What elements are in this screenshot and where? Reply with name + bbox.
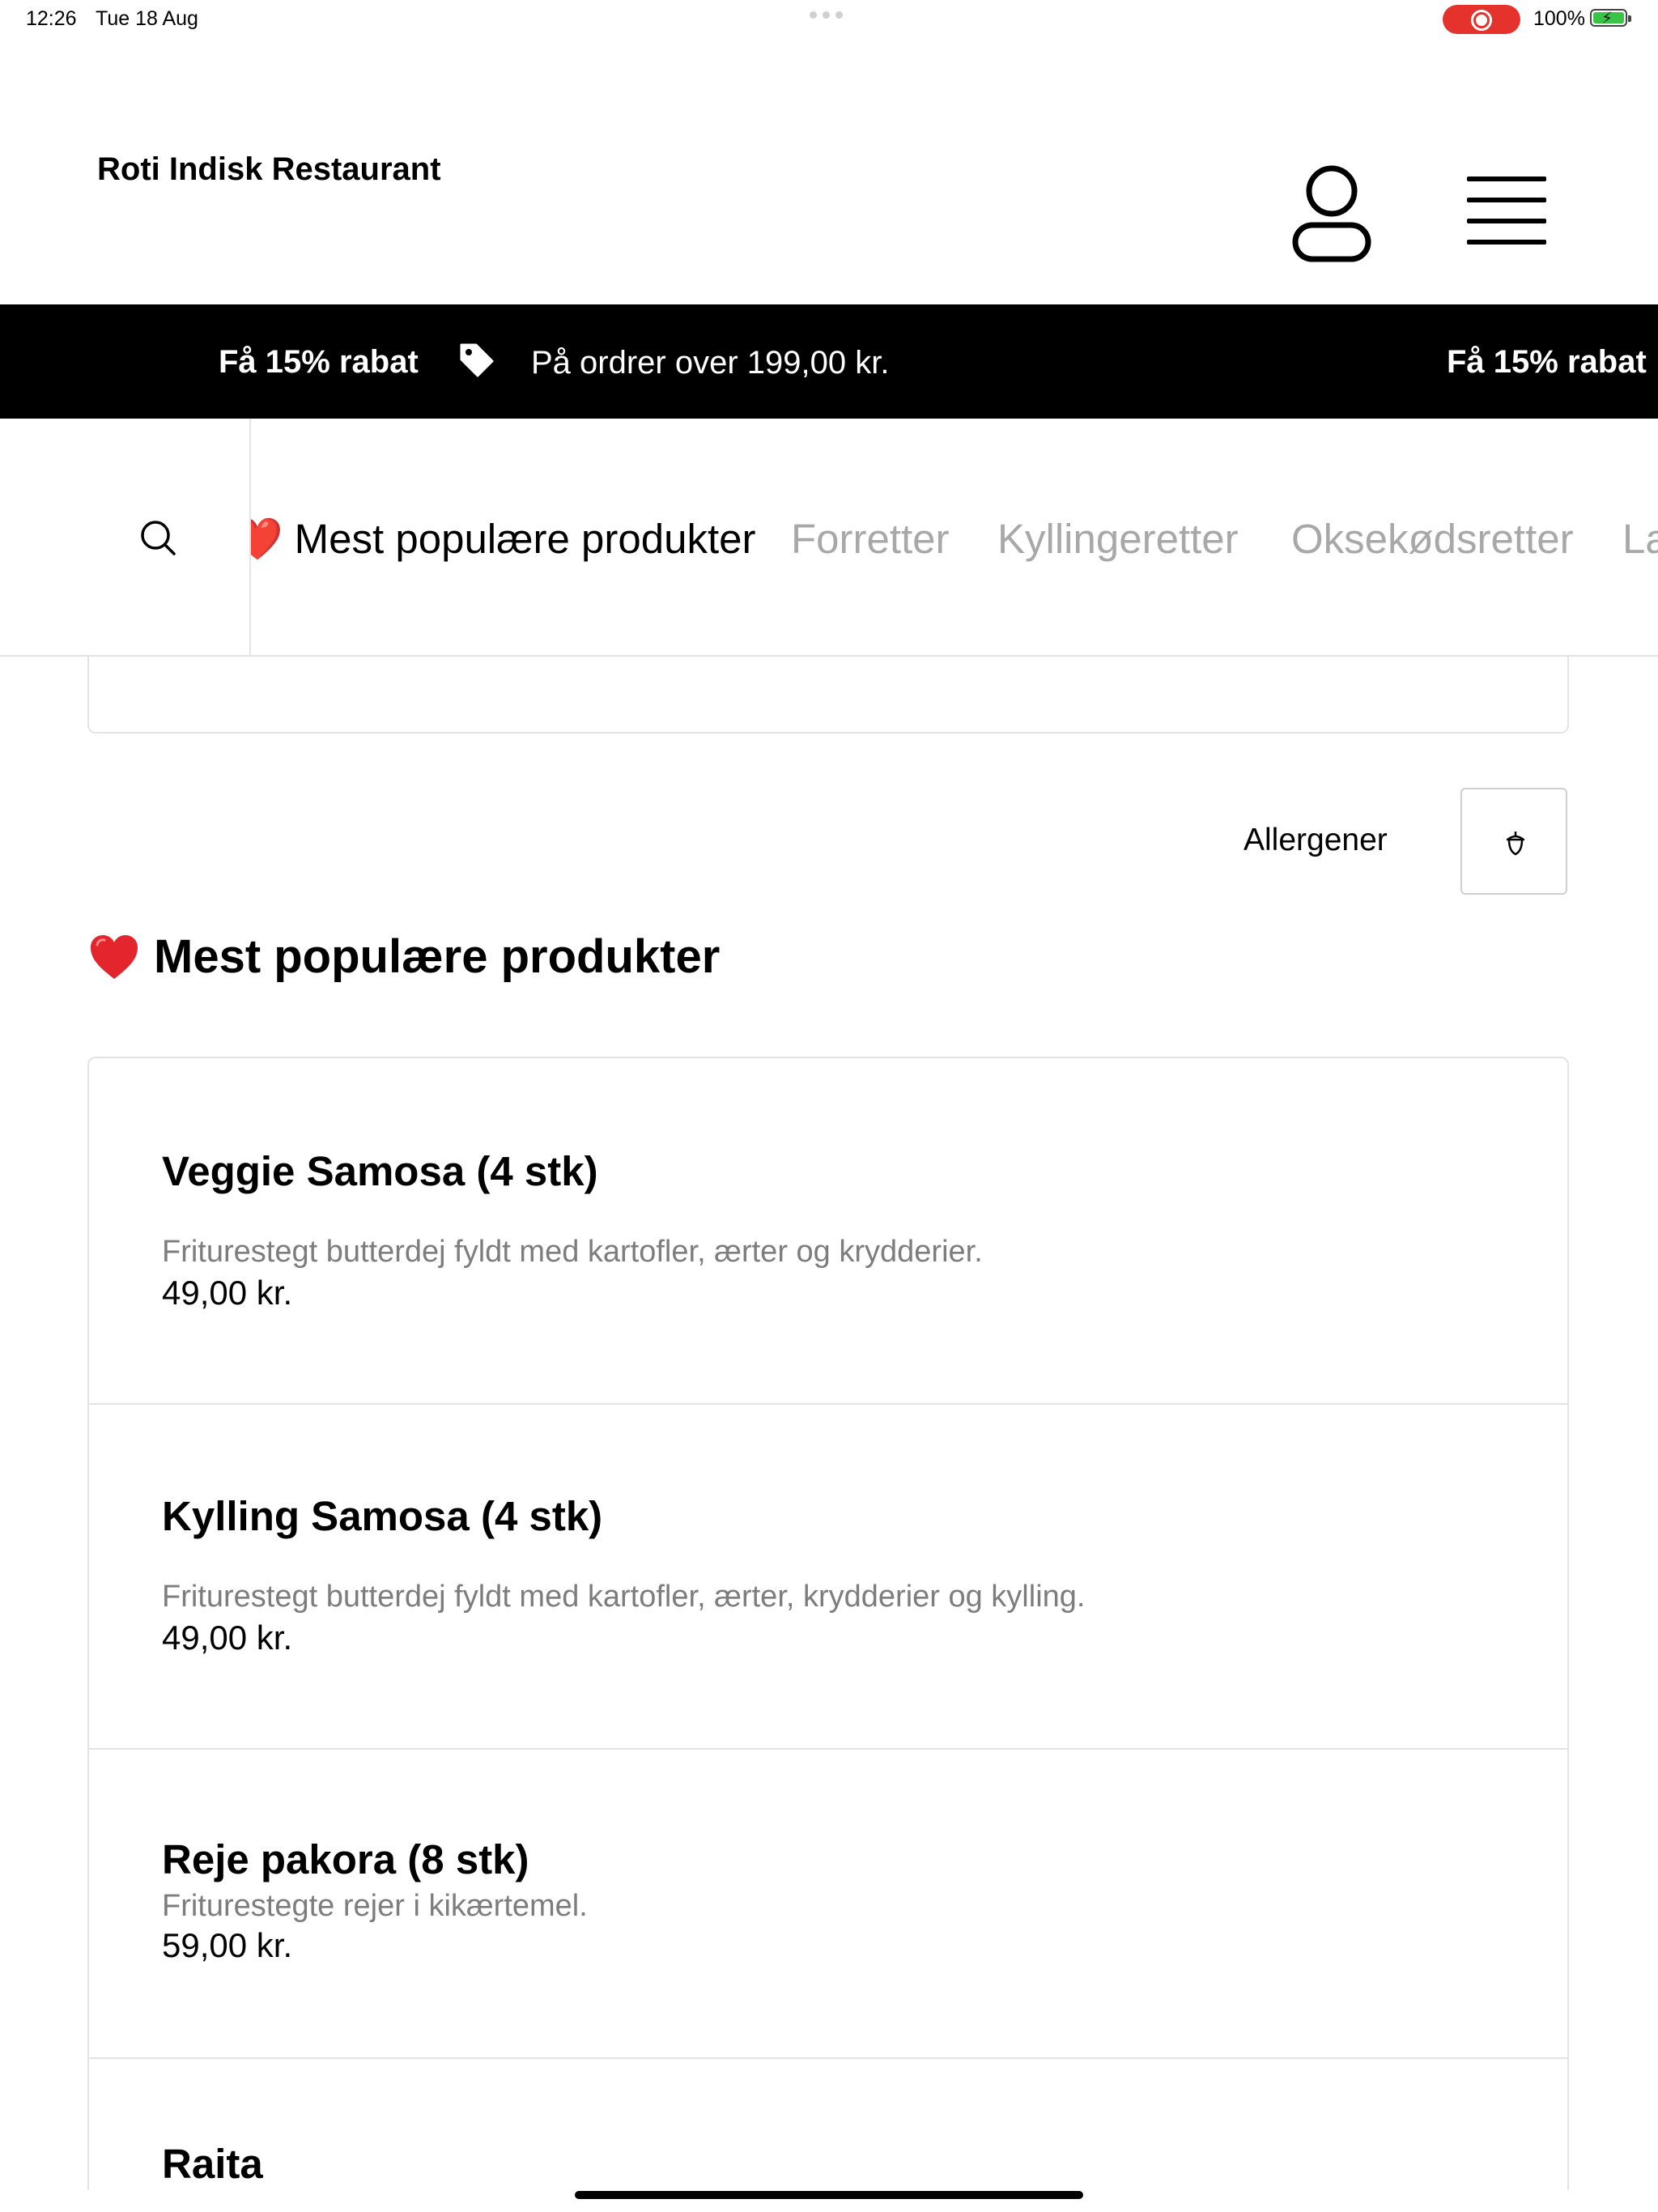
- user-icon: [1292, 165, 1371, 262]
- multitasking-dots-icon[interactable]: [810, 11, 843, 19]
- category-tab-popular[interactable]: ❤️ Mest populære produkter: [232, 515, 755, 564]
- hamburger-menu-button[interactable]: [1457, 168, 1554, 257]
- tag-icon: [460, 343, 494, 377]
- home-indicator[interactable]: [575, 2191, 1083, 2199]
- product-price: 49,00 kr.: [162, 1274, 293, 1312]
- battery-percentage: 100%: [1533, 7, 1585, 30]
- search-icon: [141, 521, 176, 555]
- product-card[interactable]: Kylling Samosa (4 stk) Friturestegt butt…: [89, 1405, 1567, 1750]
- product-card[interactable]: Veggie Samosa (4 stk) Friturestegt butte…: [89, 1058, 1567, 1405]
- account-button[interactable]: [1287, 160, 1376, 266]
- promo-title: Få 15% rabat: [219, 344, 419, 380]
- product-description: Friturestegt butterdej fyldt med kartofl…: [162, 1580, 1086, 1614]
- screen-recording-indicator[interactable]: [1443, 5, 1520, 34]
- category-tab-chicken[interactable]: Kyllingeretter: [997, 515, 1239, 563]
- heart-icon: [91, 934, 138, 979]
- category-nav: ❤️ Mest populære produkter Forretter Kyl…: [0, 419, 1658, 657]
- category-tab-beef[interactable]: Oksekødsretter: [1291, 515, 1574, 563]
- promo-title-repeat: Få 15% rabat: [1447, 344, 1647, 380]
- product-card[interactable]: Raita: [89, 2059, 1567, 2190]
- category-tab-starters[interactable]: Forretter: [791, 515, 950, 563]
- product-card[interactable]: Reje pakora (8 stk) Friturestegte rejer …: [89, 1750, 1567, 2059]
- status-bar: 12:26 Tue 18 Aug 100% ⚡: [0, 0, 1658, 39]
- product-name: Raita: [162, 2141, 263, 2187]
- product-list: Veggie Samosa (4 stk) Friturestegt butte…: [87, 1057, 1569, 2190]
- restaurant-name[interactable]: Roti Indisk Restaurant: [97, 151, 441, 188]
- section-title: Mest populære produkter: [154, 930, 721, 983]
- page: 12:26 Tue 18 Aug 100% ⚡ Roti Indisk Rest…: [0, 0, 1658, 2212]
- product-name: Reje pakora (8 stk): [162, 1836, 529, 1882]
- product-price: 49,00 kr.: [162, 1619, 293, 1657]
- battery-charging-icon: ⚡: [1590, 9, 1631, 28]
- site-header: Roti Indisk Restaurant: [0, 39, 1658, 304]
- section-heading: Mest populære produkter: [89, 929, 720, 984]
- status-date: Tue 18 Aug: [96, 7, 198, 30]
- product-name: Veggie Samosa (4 stk): [162, 1148, 598, 1194]
- search-button[interactable]: [0, 419, 251, 655]
- acorn-icon: [1506, 832, 1525, 856]
- allergen-label: Allergener: [1244, 823, 1388, 857]
- promo-text: På ordrer over 199,00 kr.: [531, 345, 890, 381]
- product-description: Friturestegt butterdej fyldt med kartofl…: [162, 1235, 983, 1269]
- category-tab-lamb[interactable]: Lammeretter: [1622, 515, 1658, 563]
- promo-banner: Få 15% rabat På ordrer over 199,00 kr. F…: [0, 304, 1658, 419]
- status-time: 12:26: [26, 7, 77, 30]
- product-description: Friturestegte rejer i kikærtemel.: [162, 1889, 588, 1923]
- product-price: 59,00 kr.: [162, 1926, 293, 1964]
- product-name: Kylling Samosa (4 stk): [162, 1493, 603, 1539]
- allergen-filter-button[interactable]: [1460, 788, 1567, 895]
